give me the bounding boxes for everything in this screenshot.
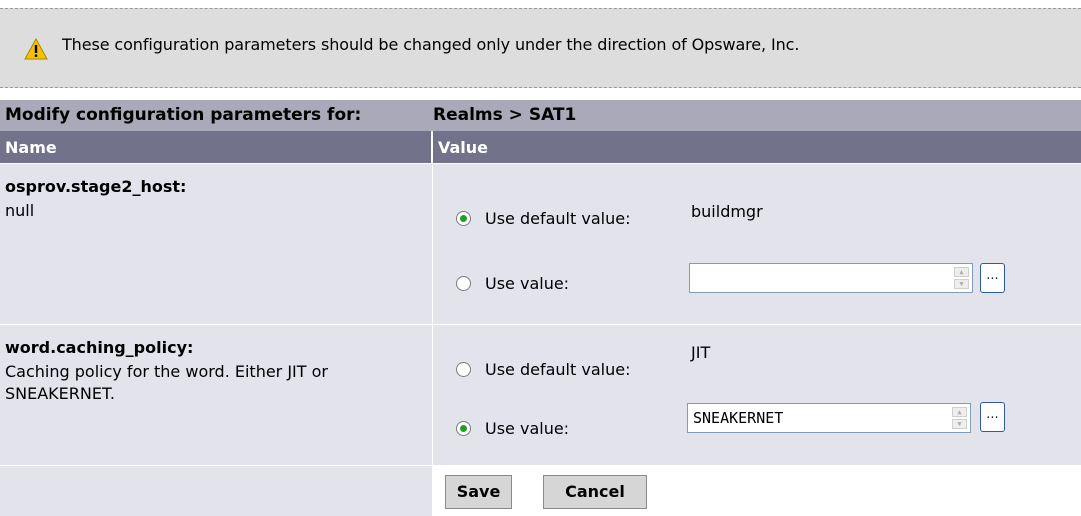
warning-text: These configuration parameters should be… [62, 35, 800, 54]
use-value-radio[interactable] [456, 421, 471, 436]
footer-value-cell [433, 466, 1081, 516]
browse-button[interactable]: ... [980, 263, 1005, 293]
spinner[interactable]: ▲ ▼ [954, 267, 969, 289]
footer-name-cell [0, 466, 432, 516]
param-value-cell: Use default value: JIT Use value: SNEAKE… [433, 325, 1081, 465]
param-name: word.caching_policy: [5, 338, 194, 357]
use-value-radio[interactable] [456, 276, 471, 291]
param-name-cell: osprov.stage2_host: null [0, 164, 432, 324]
use-value-option[interactable]: Use value: [456, 419, 569, 438]
column-header-value: Value [433, 131, 1081, 163]
use-default-option[interactable]: Use default value: [456, 360, 630, 379]
param-description: null [5, 201, 35, 220]
value-input[interactable]: ▲ ▼ [689, 263, 973, 293]
save-button[interactable]: Save [445, 475, 512, 509]
use-default-radio[interactable] [456, 211, 471, 226]
value-input-text: SNEAKERNET [693, 409, 784, 427]
column-header-name-label: Name [5, 138, 57, 157]
use-default-radio[interactable] [456, 362, 471, 377]
section-header: Modify configuration parameters for: Rea… [0, 100, 1081, 131]
warning-icon [24, 38, 48, 60]
warning-banner: These configuration parameters should be… [0, 8, 1081, 88]
param-name: osprov.stage2_host: [5, 177, 187, 196]
cancel-button[interactable]: Cancel [543, 475, 647, 509]
use-value-label: Use value: [485, 274, 570, 293]
value-input[interactable]: SNEAKERNET ▲ ▼ [687, 403, 971, 433]
param-value-cell: Use default value: buildmgr Use value: ▲… [433, 164, 1081, 324]
use-default-label: Use default value: [485, 209, 631, 228]
breadcrumb: Realms > SAT1 [433, 105, 577, 125]
use-default-option[interactable]: Use default value: [456, 209, 630, 228]
default-value: JIT [691, 343, 711, 362]
browse-button[interactable]: ... [980, 402, 1005, 432]
param-description: Caching policy for the word. Either JIT … [5, 362, 328, 403]
spinner[interactable]: ▲ ▼ [952, 407, 967, 429]
param-name-cell: word.caching_policy: Caching policy for … [0, 325, 432, 465]
section-header-label: Modify configuration parameters for: [5, 105, 362, 125]
use-value-label: Use value: [485, 419, 570, 438]
use-value-option[interactable]: Use value: [456, 274, 569, 293]
column-header-value-label: Value [438, 138, 489, 157]
use-default-label: Use default value: [485, 360, 631, 379]
default-value: buildmgr [691, 202, 763, 221]
column-header-name: Name [0, 131, 432, 163]
